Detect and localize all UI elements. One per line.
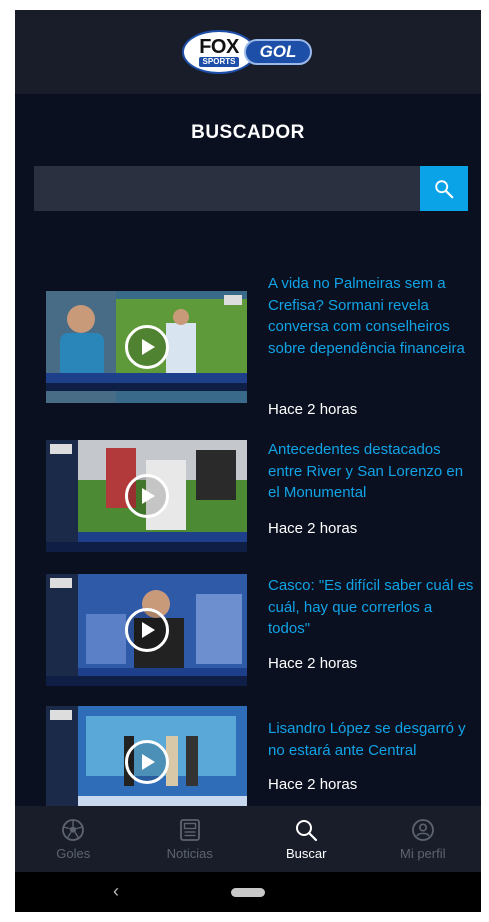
back-chevron-icon[interactable]: ‹ <box>113 881 119 902</box>
video-thumbnail[interactable] <box>46 706 247 818</box>
fox-sports-gol-logo[interactable]: FOX SPORTS GOL <box>182 30 314 74</box>
list-item[interactable]: Casco: "Es difícil saber cuál es cuál, h… <box>15 574 481 694</box>
result-headline[interactable]: Antecedentes destacados entre River y Sa… <box>268 439 475 504</box>
play-button[interactable] <box>124 740 169 784</box>
news-icon <box>179 818 200 841</box>
search-bar <box>34 166 468 211</box>
tab-label: Noticias <box>166 845 213 861</box>
search-button[interactable] <box>420 166 468 211</box>
search-icon <box>296 819 318 841</box>
result-time: Hace 2 horas <box>268 520 358 537</box>
list-item[interactable]: Antecedentes destacados entre River y Sa… <box>15 440 481 560</box>
list-item[interactable]: A vida no Palmeiras sem a Crefisa? Sorma… <box>15 272 481 418</box>
play-icon <box>142 622 155 638</box>
tab-label: Buscar <box>286 845 327 861</box>
home-pill-icon[interactable] <box>231 888 265 897</box>
logo-sports-text: SPORTS <box>198 56 240 67</box>
play-icon <box>142 754 155 770</box>
tab-noticias[interactable]: Noticias <box>132 806 249 872</box>
profile-icon <box>411 818 434 841</box>
result-headline[interactable]: Casco: "Es difícil saber cuál es cuál, h… <box>268 575 475 640</box>
search-icon <box>435 179 454 198</box>
play-icon <box>142 488 155 504</box>
play-button[interactable] <box>124 325 169 369</box>
video-thumbnail[interactable] <box>46 440 247 552</box>
result-headline[interactable]: Lisandro López se desgarró y no estará a… <box>268 718 475 761</box>
app-screen: FOX SPORTS GOL BUSCADOR A vida no Palmei… <box>15 10 481 912</box>
result-time: Hace 2 horas <box>268 401 358 418</box>
search-input[interactable] <box>34 166 420 211</box>
page-title: BUSCADOR <box>191 122 305 143</box>
play-button[interactable] <box>124 608 169 652</box>
soccer-ball-icon <box>62 818 85 841</box>
tab-label: Goles <box>56 845 91 861</box>
video-thumbnail[interactable] <box>46 291 247 403</box>
video-thumbnail[interactable] <box>46 574 247 686</box>
result-time: Hace 2 horas <box>268 776 358 793</box>
tab-label: Mi perfil <box>399 845 446 861</box>
tab-goles[interactable]: Goles <box>15 806 132 872</box>
gol-badge: GOL <box>244 39 312 65</box>
play-icon <box>142 339 155 355</box>
play-button[interactable] <box>124 474 169 518</box>
result-time: Hace 2 horas <box>268 655 358 672</box>
system-navigation-bar: ‹ <box>15 872 481 912</box>
app-header: FOX SPORTS GOL <box>15 10 481 94</box>
tab-mi-perfil[interactable]: Mi perfil <box>365 806 482 872</box>
tab-buscar[interactable]: Buscar <box>248 806 365 872</box>
logo-fox-text: FOX <box>199 35 239 58</box>
result-headline[interactable]: A vida no Palmeiras sem a Crefisa? Sorma… <box>268 273 475 359</box>
bottom-navigation: Goles Noticias Buscar Mi perfil <box>15 806 481 872</box>
